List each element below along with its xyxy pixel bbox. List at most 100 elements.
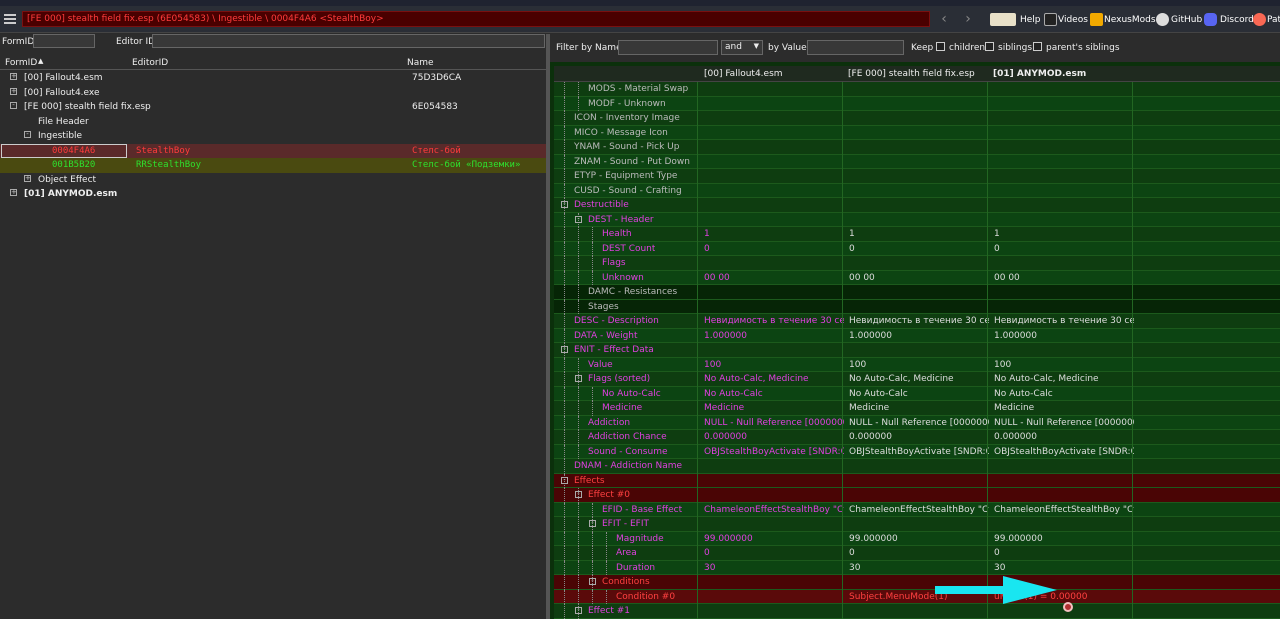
record-row[interactable]: Sound - Consume OBJStealthBoyActivate [SN… xyxy=(554,444,1280,459)
field-value[interactable]: 30 xyxy=(849,563,989,573)
field-value[interactable]: 0.000000 xyxy=(849,432,989,442)
record-row[interactable]: No Auto-Calc No Auto-Calc No Auto-Calc No A… xyxy=(554,386,1280,401)
column-name[interactable]: Name xyxy=(407,58,434,68)
field-value[interactable]: Невидимость в течение 30 секу... xyxy=(994,316,1134,326)
by-value-input[interactable] xyxy=(807,40,904,55)
record-row[interactable]: - Effect #0 xyxy=(554,488,1280,503)
children-checkbox[interactable] xyxy=(936,42,945,51)
expand-icon[interactable]: + xyxy=(10,189,17,196)
field-value[interactable]: 0.000000 xyxy=(994,432,1134,442)
field-value[interactable]: OBJStealthBoyActivate [SNDR:00... xyxy=(704,447,844,457)
siblings-checkbox[interactable] xyxy=(985,42,994,51)
field-value[interactable]: 100 xyxy=(849,360,989,370)
tree-row[interactable]: + [01] ANYMOD.esm xyxy=(0,187,546,202)
field-value[interactable]: NULL - Null Reference [00000000] xyxy=(994,418,1134,428)
collapse-icon[interactable]: - xyxy=(561,476,568,484)
and-or-select[interactable]: and ▼ xyxy=(721,40,763,55)
field-value[interactable]: OBJStealthBoyActivate [SNDR:00... xyxy=(994,447,1134,457)
field-value[interactable]: No Auto-Calc xyxy=(704,389,844,399)
collapse-icon[interactable]: - xyxy=(589,578,596,585)
record-row[interactable]: Area 0 0 0 xyxy=(554,546,1280,561)
collapse-icon[interactable]: - xyxy=(575,491,582,498)
collapse-icon[interactable]: - xyxy=(575,607,582,614)
field-value[interactable]: 1.000000 xyxy=(849,331,989,341)
field-value[interactable]: 1 xyxy=(704,229,844,239)
field-value[interactable]: No Auto-Calc, Medicine xyxy=(849,374,989,384)
record-row[interactable]: - Effects xyxy=(554,473,1280,488)
expand-icon[interactable]: + xyxy=(24,174,31,182)
record-row[interactable]: DESC - Description Невидимость в течение … xyxy=(554,314,1280,329)
collapse-icon[interactable]: - xyxy=(589,520,596,527)
record-row[interactable]: - Effect #1 xyxy=(554,604,1280,619)
tree-row[interactable]: + [00] Fallout4.esm 75D3D6CA xyxy=(0,71,546,86)
record-row[interactable]: Addiction Chance 0.000000 0.000000 0.000000 xyxy=(554,430,1280,445)
field-value[interactable]: 99.000000 xyxy=(849,534,989,544)
github-icon[interactable] xyxy=(1156,13,1169,26)
record-row[interactable]: Medicine Medicine Medicine Medicine xyxy=(554,401,1280,416)
parents-siblings-checkbox[interactable] xyxy=(1033,42,1042,51)
expand-icon[interactable]: + xyxy=(10,73,17,80)
record-row[interactable]: Stages xyxy=(554,299,1280,314)
field-value[interactable]: 0.000000 xyxy=(704,432,844,442)
record-row[interactable]: - ENIT - Effect Data xyxy=(554,343,1280,358)
tree-row[interactable]: File Header xyxy=(0,115,546,130)
discord-link[interactable]: Discord xyxy=(1220,15,1254,25)
record-row[interactable]: ETYP - Equipment Type xyxy=(554,169,1280,184)
record-row[interactable]: - EFIT - EFIT xyxy=(554,517,1280,532)
record-row[interactable]: ICON - Inventory Image xyxy=(554,111,1280,126)
collapse-icon[interactable]: - xyxy=(10,102,17,109)
collapse-icon[interactable]: - xyxy=(561,346,568,353)
record-row[interactable]: ZNAM - Sound - Put Down xyxy=(554,154,1280,169)
record-row[interactable]: DNAM - Addiction Name xyxy=(554,459,1280,474)
record-row[interactable]: - Conditions xyxy=(554,575,1280,590)
field-value[interactable]: 0 xyxy=(849,548,989,558)
nexusmods-icon[interactable] xyxy=(1090,13,1103,26)
record-row[interactable]: Health 1 1 1 xyxy=(554,227,1280,242)
field-value[interactable]: 99.000000 xyxy=(994,534,1134,544)
tree-row[interactable]: - Ingestible xyxy=(0,129,546,144)
field-value[interactable]: ChameleonEffectStealthBoy "Ст... xyxy=(849,505,989,515)
tree-row[interactable]: + Object Effect xyxy=(0,173,546,188)
field-value[interactable]: 1.000000 xyxy=(994,331,1134,341)
record-row[interactable]: EFID - Base Effect ChameleonEffectStealth… xyxy=(554,502,1280,517)
videos-icon[interactable] xyxy=(1044,13,1057,26)
expand-icon[interactable]: + xyxy=(10,87,17,95)
field-value[interactable]: NULL - Null Reference [00000000] xyxy=(849,418,989,428)
forward-arrow-icon[interactable]: › xyxy=(960,11,976,27)
patreon-icon[interactable] xyxy=(1253,13,1266,26)
field-value[interactable]: 00 00 xyxy=(849,273,989,283)
field-value[interactable]: Medicine xyxy=(994,403,1134,413)
field-value[interactable]: NULL - Null Reference [00000000] xyxy=(704,418,844,428)
field-value[interactable]: OBJStealthBoyActivate [SNDR:00... xyxy=(849,447,989,457)
field-value[interactable]: No Auto-Calc, Medicine xyxy=(994,374,1134,384)
field-value[interactable]: 0 xyxy=(994,548,1134,558)
nexusmods-link[interactable]: NexusMods xyxy=(1104,15,1156,25)
help-book-icon[interactable] xyxy=(990,13,1016,26)
record-row[interactable]: Magnitude 99.000000 99.000000 99.000000 xyxy=(554,531,1280,546)
field-value[interactable]: 0 xyxy=(994,244,1134,254)
tree-row[interactable]: 0004F4A6 StealthBoy Стелс-бой xyxy=(0,143,546,158)
record-row[interactable]: - DEST - Header xyxy=(554,212,1280,227)
tree-row[interactable]: - [FE 000] stealth field fix.esp 6E054583 xyxy=(0,100,546,115)
record-path-bar[interactable]: [FE 000] stealth field fix.esp (6E054583… xyxy=(22,11,930,27)
record-row[interactable]: - Flags (sorted) No Auto-Calc, Medicine No … xyxy=(554,372,1280,387)
record-row[interactable]: Duration 30 30 30 xyxy=(554,560,1280,575)
discord-icon[interactable] xyxy=(1204,13,1217,26)
field-value[interactable]: 0 xyxy=(704,548,844,558)
column-stealth-field-fix[interactable]: [FE 000] stealth field fix.esp xyxy=(848,69,975,79)
field-value[interactable]: No Auto-Calc xyxy=(994,389,1134,399)
column-formid[interactable]: FormID xyxy=(5,58,37,68)
videos-link[interactable]: Videos xyxy=(1058,15,1088,25)
record-row[interactable]: - Destructible xyxy=(554,198,1280,213)
field-value[interactable]: ChameleonEffectStealthBoy "Ст... xyxy=(994,505,1134,515)
field-value[interactable]: 0 xyxy=(704,244,844,254)
record-row[interactable]: DEST Count 0 0 0 xyxy=(554,241,1280,256)
field-value[interactable]: ChameleonEffectStealthBoy "Ст... xyxy=(704,505,844,515)
field-value[interactable]: No Auto-Calc, Medicine xyxy=(704,374,844,384)
field-value[interactable]: 1 xyxy=(849,229,989,239)
hamburger-menu-icon[interactable] xyxy=(3,12,17,26)
field-value[interactable]: No Auto-Calc xyxy=(849,389,989,399)
record-row[interactable]: DAMC - Resistances xyxy=(554,285,1280,300)
field-value[interactable]: 1 xyxy=(994,229,1134,239)
field-value[interactable]: Medicine xyxy=(704,403,844,413)
